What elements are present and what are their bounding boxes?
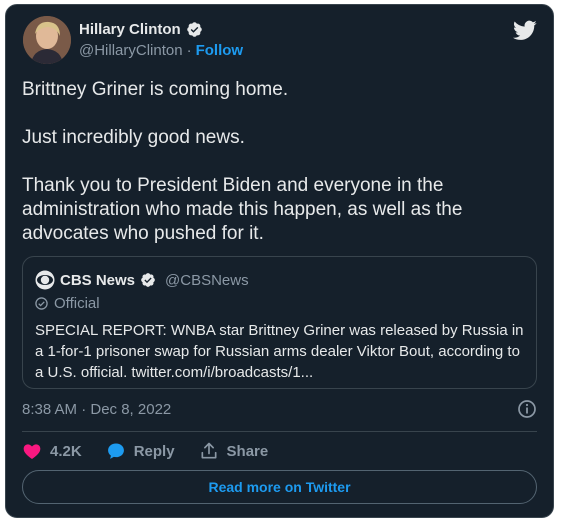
share-label: Share bbox=[226, 442, 269, 460]
embedded-tweet-card: Hillary Clinton @HillaryClinton · Follow… bbox=[5, 4, 554, 518]
author-name-row: Hillary Clinton bbox=[79, 21, 203, 38]
cbs-eye-icon bbox=[35, 270, 55, 290]
author-handle-row: @HillaryClinton · Follow bbox=[79, 42, 243, 59]
like-button[interactable]: 4.2K bbox=[22, 441, 82, 461]
handle-separator: · bbox=[186, 42, 192, 59]
heart-icon bbox=[23, 444, 41, 459]
reply-bubble-icon bbox=[107, 443, 124, 459]
quoted-author-handle: @CBSNews bbox=[165, 271, 249, 289]
like-count: 4.2K bbox=[50, 442, 82, 460]
share-icon bbox=[201, 442, 217, 459]
info-icon[interactable] bbox=[517, 399, 537, 419]
official-label: Official bbox=[54, 295, 100, 312]
quoted-tweet-text: SPECIAL REPORT: WNBA star Brittney Grine… bbox=[35, 322, 524, 381]
verified-badge-icon bbox=[141, 273, 155, 287]
tweet-timestamp[interactable]: 8:38 AM · Dec 8, 2022 bbox=[22, 401, 171, 418]
official-label-row: Official bbox=[35, 295, 100, 312]
share-button[interactable]: Share bbox=[199, 441, 269, 461]
reply-label: Reply bbox=[133, 442, 175, 460]
avatar-image bbox=[23, 16, 71, 64]
follow-button[interactable]: Follow bbox=[196, 42, 244, 59]
tweet-text: Brittney Griner is coming home. Just inc… bbox=[22, 79, 463, 244]
quoted-author-name: CBS News bbox=[60, 271, 136, 289]
avatar[interactable] bbox=[23, 16, 71, 64]
twitter-bird-icon[interactable] bbox=[513, 18, 537, 42]
divider bbox=[22, 431, 537, 432]
verified-badge-icon bbox=[186, 22, 202, 37]
read-more-button[interactable]: Read more on Twitter bbox=[22, 470, 537, 504]
quoted-author-row: CBS News @CBSNews bbox=[35, 270, 249, 290]
official-check-icon bbox=[35, 297, 48, 310]
author-name[interactable]: Hillary Clinton bbox=[79, 21, 181, 38]
action-bar: 4.2K Reply Share bbox=[22, 441, 292, 461]
reply-button[interactable]: Reply bbox=[106, 441, 175, 461]
author-handle[interactable]: @HillaryClinton bbox=[79, 42, 183, 59]
quoted-tweet[interactable]: CBS News @CBSNews Official SPECIAL REPOR… bbox=[22, 256, 537, 389]
